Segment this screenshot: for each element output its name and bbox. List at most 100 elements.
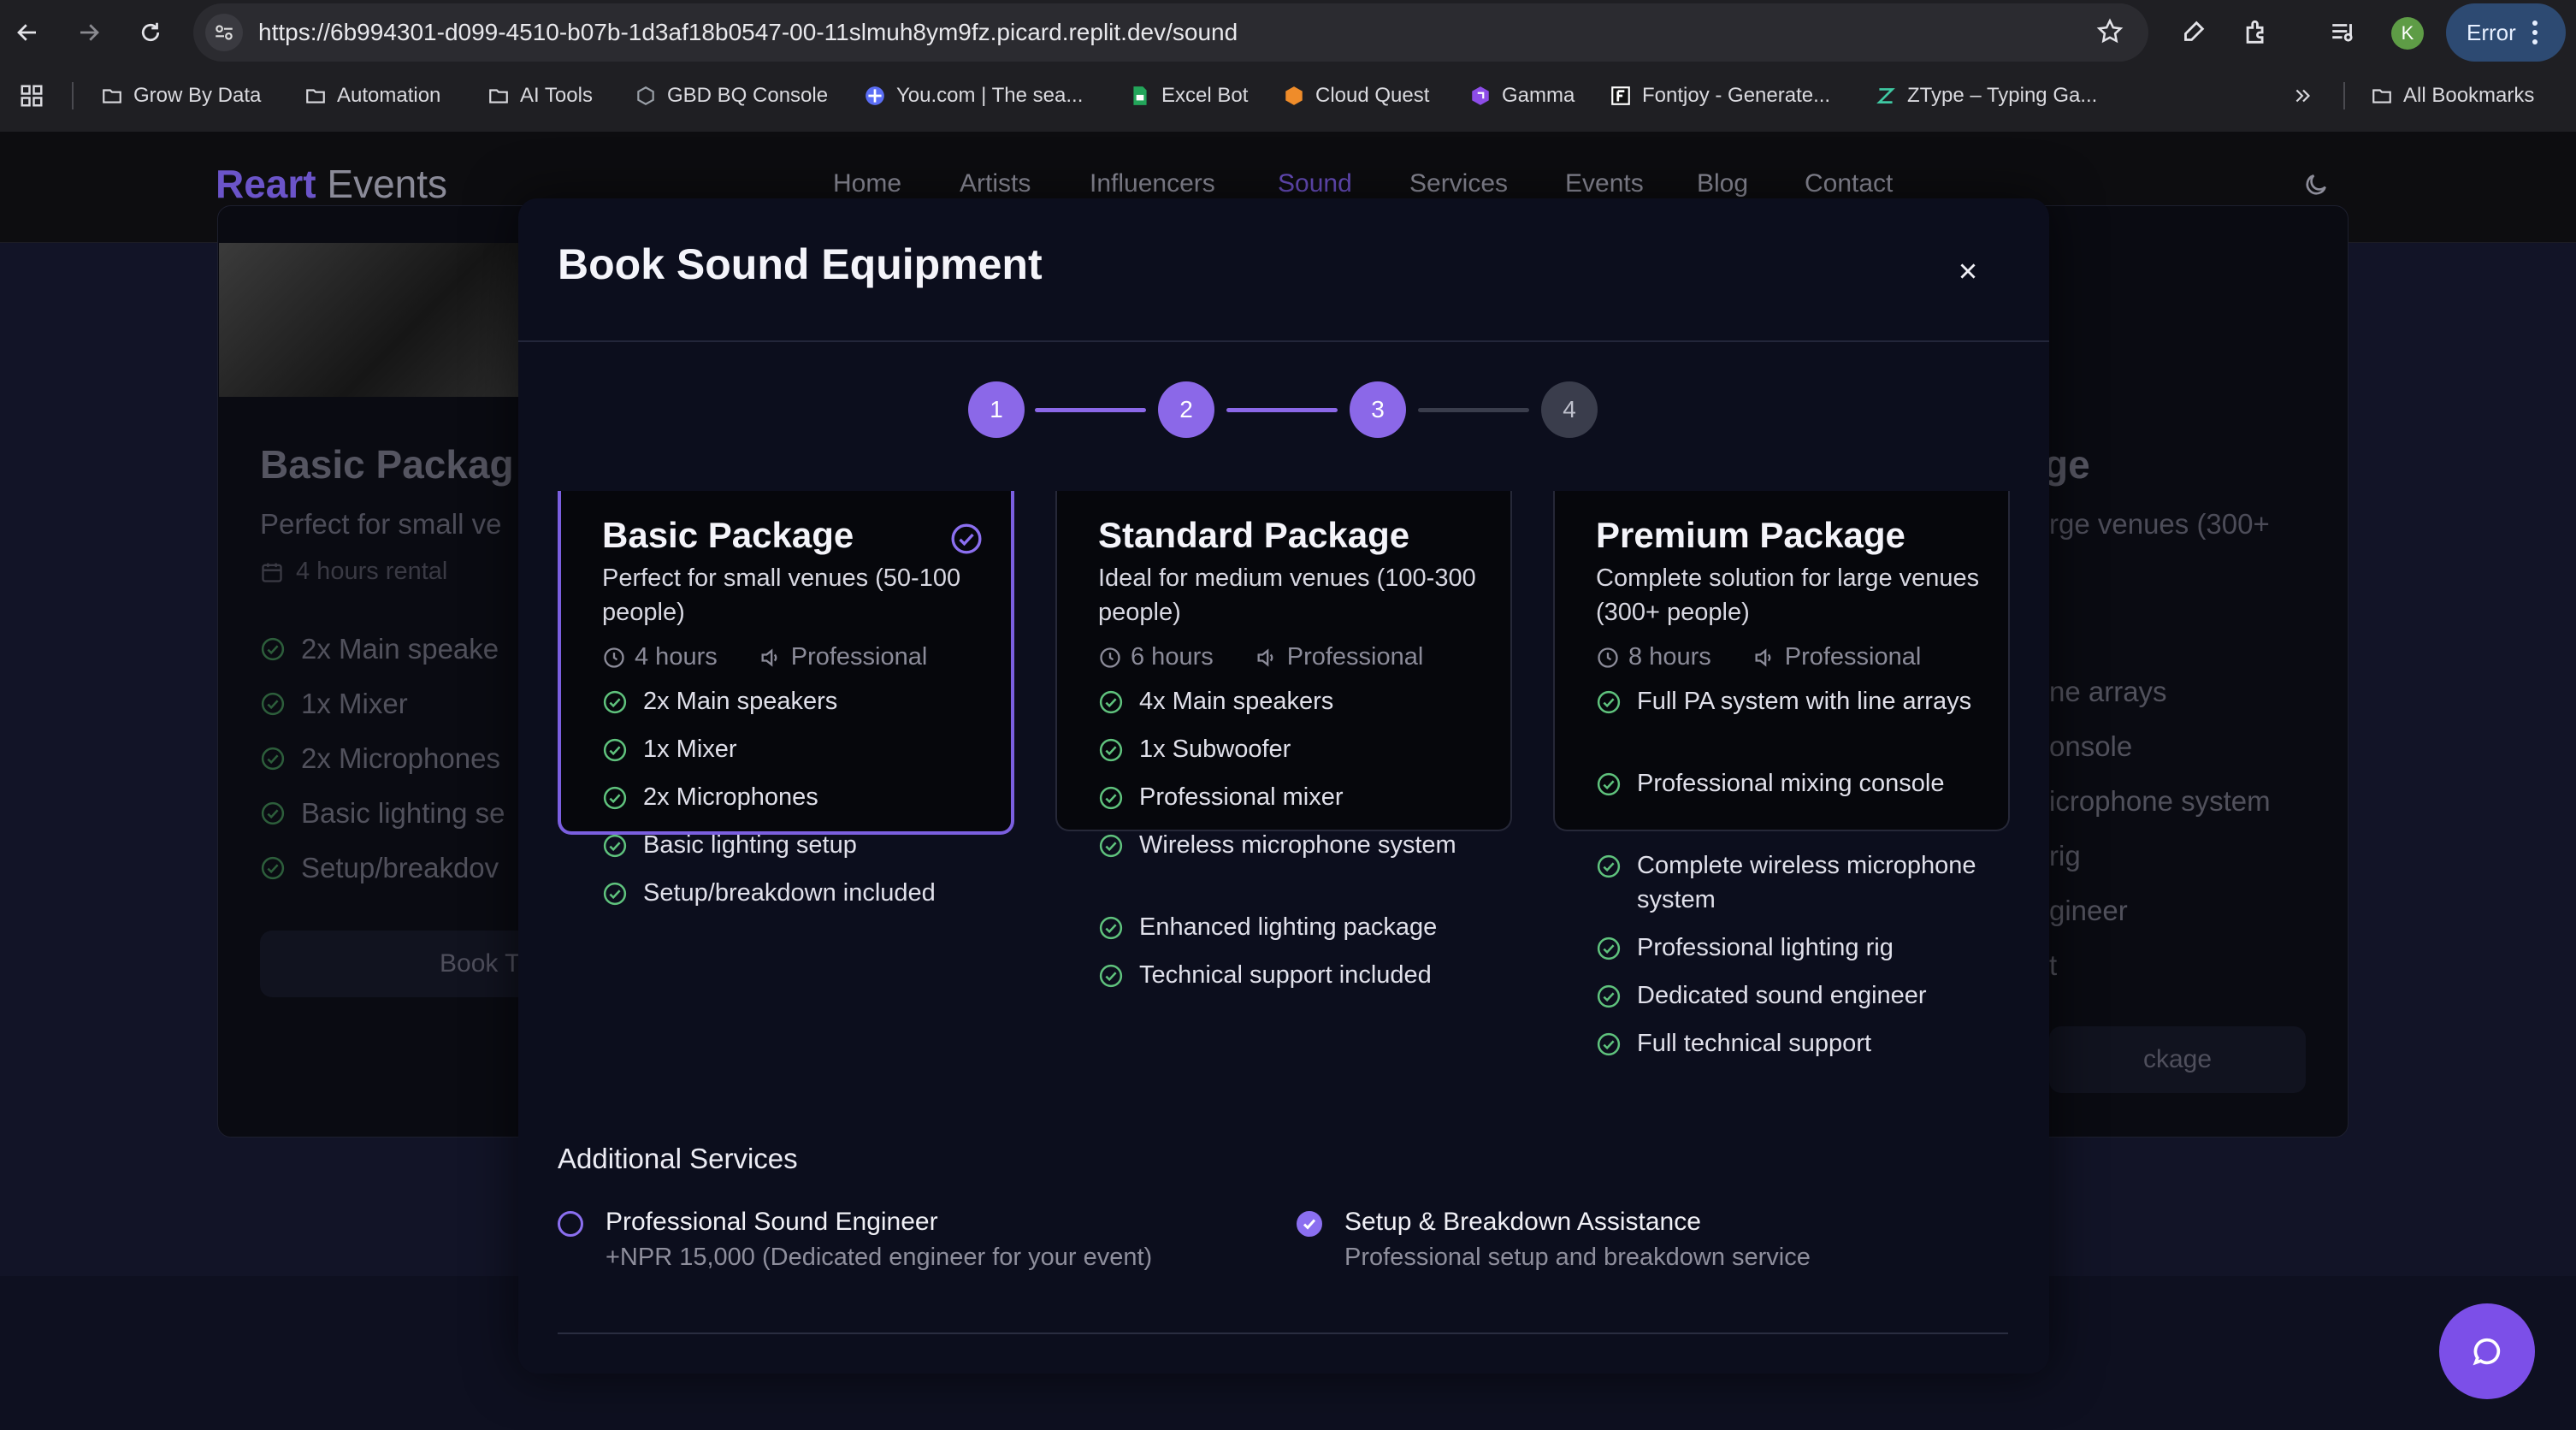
nav-events[interactable]: Events: [1565, 169, 1644, 198]
package-card-basic[interactable]: Basic Package Perfect for small venues (…: [558, 491, 1014, 907]
package-feature-text: Dedicated sound engineer: [1637, 982, 1927, 1009]
bg-left-rental: 4 hours rental: [260, 558, 447, 586]
bookmark-grow-by-data[interactable]: Grow By Data: [101, 80, 261, 111]
service-desc: +NPR 15,000 (Dedicated engineer for your…: [606, 1244, 1153, 1271]
close-button[interactable]: [1948, 251, 1988, 291]
package-feature-text: 2x Main speakers: [643, 688, 838, 715]
bookmark-label: Grow By Data: [133, 84, 262, 107]
check-circle-icon: [1099, 916, 1123, 940]
bookmark-label: ZType – Typing Ga...: [1907, 84, 2098, 107]
step-1: 1: [968, 381, 1025, 438]
nav-services[interactable]: Services: [1409, 169, 1508, 198]
service-desc: Professional setup and breakdown service: [1344, 1244, 1811, 1271]
bg-left-feature-text: Setup/breakdov: [301, 852, 499, 883]
bg-left-feature-text: 2x Main speake: [301, 633, 499, 665]
package-card-standard[interactable]: Standard Package Ideal for medium venues…: [1055, 491, 1512, 989]
bg-right-desc: rge venues (300+: [2049, 508, 2270, 540]
bg-right-feature: t: [2049, 949, 2058, 981]
package-meta: 4 hours Professional: [602, 643, 927, 671]
step-3: 3: [1350, 381, 1406, 438]
package-feature: Setup/breakdown included: [602, 876, 985, 910]
package-title: Premium Package: [1596, 515, 1905, 555]
nav-sound[interactable]: Sound: [1278, 169, 1352, 198]
you-com-icon: [866, 86, 884, 105]
media-queue-icon[interactable]: [2326, 15, 2360, 50]
check-circle-icon: [261, 747, 285, 771]
bigquery-icon: [637, 86, 654, 105]
package-card-premium[interactable]: Premium Package Complete solution for la…: [1553, 491, 2010, 1057]
service-name: Setup & Breakdown Assistance: [1344, 1208, 1701, 1236]
chat-button[interactable]: [2439, 1303, 2535, 1399]
extensions-puzzle-icon[interactable]: [2239, 15, 2273, 50]
bookmarks-bar: Grow By Data Automation AI Tools GBD BQ …: [0, 72, 2576, 120]
package-meta: 6 hours Professional: [1098, 643, 1423, 671]
bookmarks-separator: [72, 82, 74, 109]
package-title: Basic Package: [602, 515, 854, 555]
package-feature: Professional lighting rig: [1596, 931, 1979, 965]
nav-contact[interactable]: Contact: [1805, 169, 1893, 198]
nav-influencers[interactable]: Influencers: [1090, 169, 1215, 198]
bookmark-gamma[interactable]: Gamma: [1469, 80, 1575, 111]
package-feature: Dedicated sound engineer: [1596, 978, 1979, 1013]
bg-left-rental-text: 4 hours rental: [296, 558, 448, 585]
address-bar[interactable]: https://6b994301-d099-4510-b07b-1d3af18b…: [193, 3, 2148, 62]
browser-chrome: https://6b994301-d099-4510-b07b-1d3af18b…: [0, 0, 2576, 132]
package-feature-text: Professional mixing console: [1637, 770, 1945, 797]
book-sound-modal: Book Sound Equipment 1 2 3 4 Basic Packa…: [518, 198, 2049, 1374]
all-bookmarks[interactable]: All Bookmarks: [2371, 80, 2534, 111]
bg-left-feature-text: 1x Mixer: [301, 688, 408, 719]
bookmark-automation[interactable]: Automation: [304, 80, 440, 111]
check-circle-icon: [603, 834, 627, 858]
bookmark-cloud-quest[interactable]: Cloud Quest: [1283, 80, 1429, 111]
package-feature-text: Full PA system with line arrays: [1637, 688, 1972, 715]
bg-right-title: ge: [2044, 442, 2090, 487]
bookmark-ai-tools[interactable]: AI Tools: [487, 80, 593, 111]
nav-artists[interactable]: Artists: [960, 169, 1031, 198]
package-feature: Wireless microphone system: [1098, 828, 1481, 862]
chat-bubble-icon: [2473, 1338, 2501, 1366]
bookmark-star-icon[interactable]: [2095, 17, 2124, 46]
site-info-icon[interactable]: [205, 14, 243, 51]
check-circle-icon: [1099, 834, 1123, 858]
folder-icon: [306, 89, 325, 103]
brand-logo[interactable]: Reart Events: [216, 161, 447, 207]
reload-icon[interactable]: [130, 12, 171, 53]
nav-blog[interactable]: Blog: [1697, 169, 1748, 198]
eyedropper-extension-icon[interactable]: [2176, 15, 2210, 50]
back-icon[interactable]: [7, 12, 48, 53]
error-label: Error: [2467, 19, 2516, 45]
url-text[interactable]: https://6b994301-d099-4510-b07b-1d3af18b…: [258, 19, 1238, 46]
service-checkbox[interactable]: [1297, 1211, 1322, 1237]
error-button[interactable]: Error: [2446, 3, 2566, 62]
bookmark-ztype[interactable]: ZType – Typing Ga...: [1875, 80, 2097, 111]
service-checkbox[interactable]: [558, 1211, 583, 1237]
moon-icon[interactable]: [2302, 171, 2330, 198]
package-feature: 1x Subwoofer: [1098, 732, 1481, 766]
package-feature-text: Setup/breakdown included: [643, 879, 936, 907]
speaker-icon: [761, 647, 777, 667]
package-feature-text: Technical support included: [1139, 961, 1432, 989]
bg-left-feature: 1x Mixer: [260, 688, 408, 720]
bg-right-feature: ne arrays: [2049, 676, 2167, 707]
nav-home[interactable]: Home: [833, 169, 901, 198]
bookmark-gbd-bq-console[interactable]: GBD BQ Console: [635, 80, 828, 111]
kebab-menu-icon: [2532, 20, 2538, 45]
step-connector: [1226, 408, 1338, 412]
bookmark-excel-bot[interactable]: Excel Bot: [1129, 80, 1248, 111]
forward-icon[interactable]: [68, 12, 109, 53]
more-bookmarks-chevron-icon[interactable]: [2292, 80, 2314, 111]
package-hours: 8 hours: [1628, 643, 1711, 671]
package-feature-text: Complete wireless microphone system: [1637, 852, 1976, 913]
package-feature: Full PA system with line arrays: [1596, 684, 1979, 718]
step-4: 4: [1541, 381, 1598, 438]
bookmark-fontjoy[interactable]: Fontjoy - Generate...: [1610, 80, 1830, 111]
clock-icon: [1598, 647, 1618, 668]
bg-right-feature: gineer: [2049, 895, 2128, 926]
bg-right-feature: icrophone system: [2049, 785, 2271, 817]
apps-grid-icon[interactable]: [19, 80, 44, 111]
profile-avatar[interactable]: K: [2391, 17, 2424, 50]
package-desc: Ideal for medium venues (100-300 people): [1098, 564, 1476, 626]
bookmark-label: Automation: [337, 84, 441, 107]
bookmark-you-com[interactable]: You.com | The sea...: [864, 80, 1083, 111]
package-meta: 8 hours Professional: [1596, 643, 1921, 671]
